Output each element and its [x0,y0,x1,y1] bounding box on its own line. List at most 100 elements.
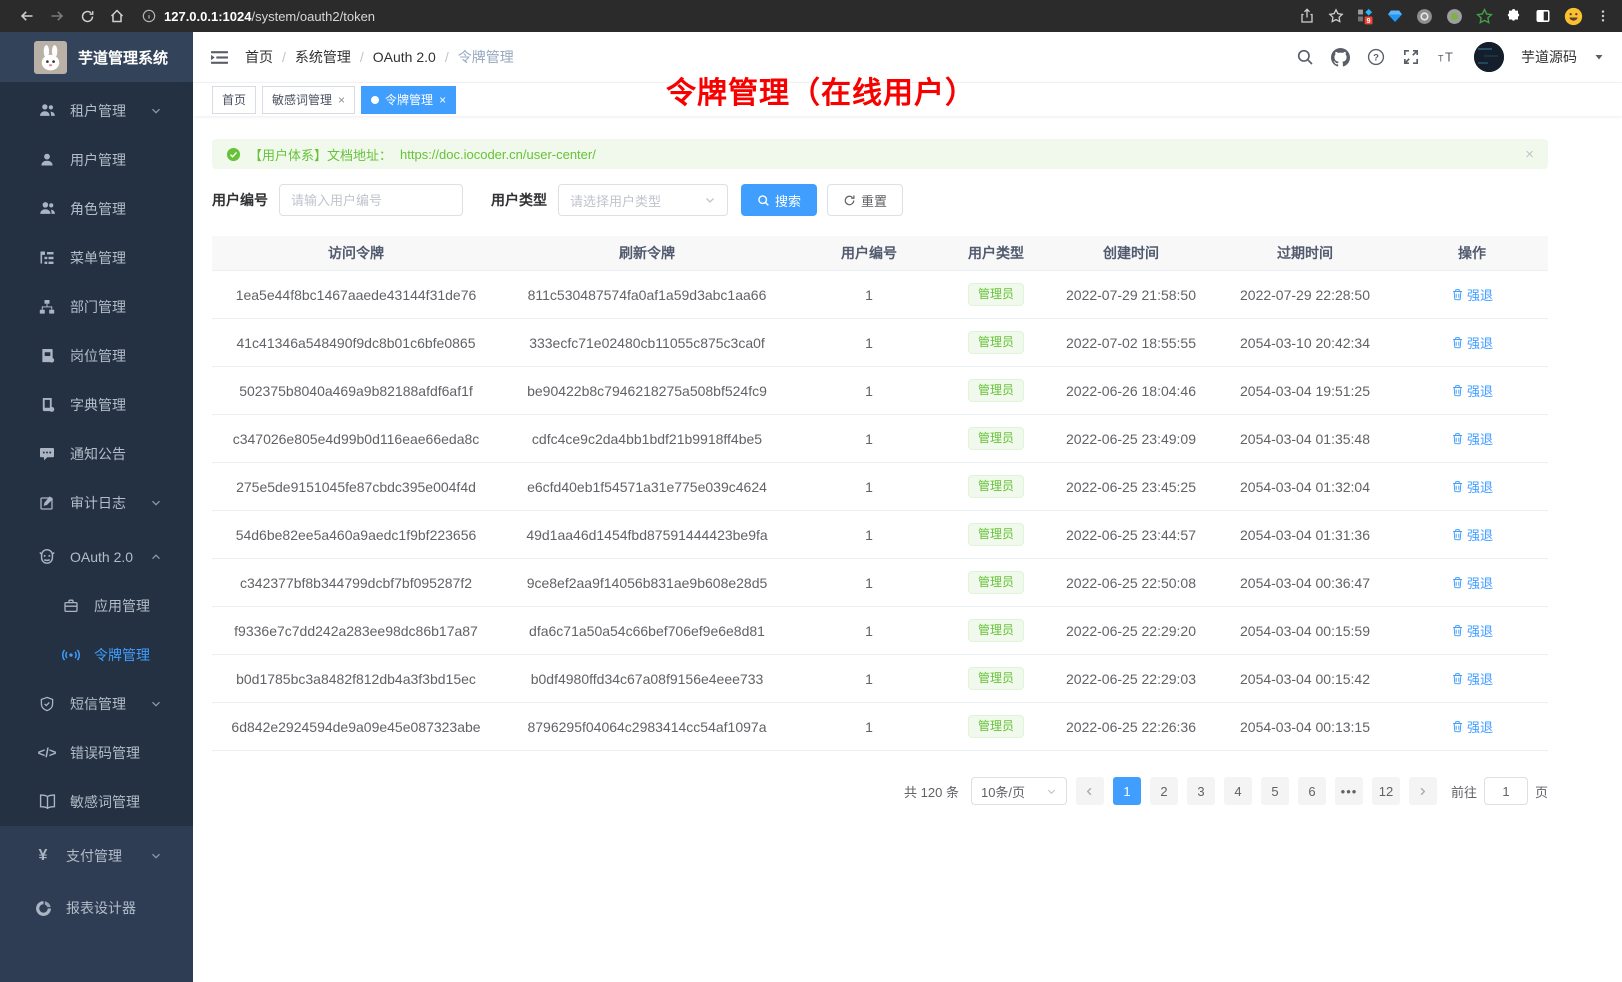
force-logout-button[interactable]: 强退 [1451,333,1493,352]
column-header: 操作 [1396,236,1548,271]
site-info-icon[interactable] [142,9,156,23]
page-button[interactable]: 3 [1187,777,1215,805]
browser-menu-icon[interactable] [1596,9,1610,23]
forward-icon[interactable] [42,2,72,30]
tab-close-icon[interactable]: × [439,93,446,107]
success-check-icon [226,147,241,162]
fullscreen-icon[interactable] [1402,48,1420,66]
svg-text:?: ? [1373,53,1379,64]
doc-link[interactable]: https://doc.iocoder.cn/user-center/ [400,147,596,162]
more-pages-button[interactable]: ••• [1335,777,1363,805]
page-button[interactable]: 2 [1150,777,1178,805]
sidebar-item-tenant[interactable]: 租户管理 [0,86,193,135]
search-button[interactable]: 搜索 [741,184,817,216]
extension-star-icon[interactable] [1476,8,1493,25]
extension-grid-icon[interactable]: 9 [1357,8,1374,25]
bookmark-star-icon[interactable] [1328,8,1344,24]
page-button[interactable]: 4 [1224,777,1252,805]
sidebar-item-dept[interactable]: 部门管理 [0,282,193,331]
create-time-cell: 2022-06-26 18:04:46 [1048,367,1214,415]
prev-page-button[interactable] [1076,777,1104,805]
chevron-down-icon [147,105,165,117]
sidebar-item-oauth[interactable]: OAuth 2.0 [0,532,193,581]
alert-close-icon[interactable]: × [1525,146,1534,163]
force-logout-button[interactable]: 强退 [1451,669,1493,688]
force-logout-button[interactable]: 强退 [1451,477,1493,496]
sidebar-item-user[interactable]: 用户管理 [0,135,193,184]
extension-circle-icon[interactable] [1416,8,1433,25]
sidebar-item-label: 通知公告 [70,444,126,464]
page-button[interactable]: 6 [1298,777,1326,805]
force-logout-button[interactable]: 强退 [1451,381,1493,400]
extension-gem-icon[interactable] [1387,8,1403,24]
user-id-input[interactable] [279,184,463,216]
sidebar-item-sms[interactable]: 短信管理 [0,679,193,728]
help-icon[interactable]: ? [1367,48,1385,66]
force-logout-button[interactable]: 强退 [1451,621,1493,640]
font-size-icon[interactable]: TT [1437,49,1457,65]
page-size-select[interactable]: 10条/页 [971,777,1067,805]
tag-view-tab[interactable]: 令牌管理× [361,86,456,114]
sidebar-item-post[interactable]: 岗位管理 [0,331,193,380]
sidebar-item-dict[interactable]: 字典管理 [0,380,193,429]
force-logout-button[interactable]: 强退 [1451,285,1493,304]
force-logout-button[interactable]: 强退 [1451,573,1493,592]
force-logout-label: 强退 [1467,429,1493,448]
sidebar-item-audit[interactable]: 审计日志 [0,478,193,527]
expire-time-cell: 2054-03-04 01:32:04 [1214,463,1396,511]
force-logout-button[interactable]: 强退 [1451,525,1493,544]
reset-button-label: 重置 [861,191,887,210]
sidebar-item-menu[interactable]: 菜单管理 [0,233,193,282]
sidebar-item-label: 用户管理 [70,150,126,170]
address-bar[interactable]: 127.0.0.1:1024/system/oauth2/token [142,9,1299,24]
user-id-cell: 1 [794,319,944,367]
sidebar-item-label: 报表设计器 [66,898,136,918]
breadcrumb-item[interactable]: OAuth 2.0 [373,49,436,65]
breadcrumb-separator: / [445,49,449,65]
reload-icon[interactable] [72,2,102,30]
tag-view-tab[interactable]: 首页 [212,86,256,114]
tab-close-icon[interactable]: × [338,93,345,107]
user-type-badge: 管理员 [968,379,1024,401]
sidebar-item-token[interactable]: 令牌管理 [0,630,193,679]
caret-down-icon[interactable] [1594,52,1604,62]
sidebar-item-role[interactable]: 角色管理 [0,184,193,233]
goto-label: 前往 [1451,782,1477,801]
sidebar-item-label: 菜单管理 [70,248,126,268]
user-avatar[interactable] [1474,42,1504,72]
collapse-sidebar-icon[interactable] [210,48,229,67]
tag-view-tab[interactable]: 敏感词管理× [262,86,355,114]
breadcrumb-item[interactable]: 首页 [245,47,273,67]
sidebar-item-report[interactable]: 报表设计器 [0,882,193,934]
user-type-select[interactable]: 请选择用户类型 [558,184,728,216]
sidebar-item-notice[interactable]: 通知公告 [0,429,193,478]
profile-avatar-icon[interactable] [1564,7,1583,26]
side-panel-icon[interactable] [1535,8,1551,24]
page-button[interactable]: 12 [1372,777,1400,805]
sidebar-item-errcode[interactable]: </>错误码管理 [0,728,193,777]
sidebar-item-app[interactable]: 应用管理 [0,581,193,630]
breadcrumb-separator: / [360,49,364,65]
page-button[interactable]: 1 [1113,777,1141,805]
logo-bar[interactable]: 芋道管理系统 [0,32,193,82]
goto-page-input[interactable] [1484,777,1528,805]
search-icon[interactable] [1296,48,1314,66]
next-page-button[interactable] [1409,777,1437,805]
sidebar-item-sensitive[interactable]: 敏感词管理 [0,777,193,826]
github-icon[interactable] [1331,48,1350,67]
force-logout-label: 强退 [1467,333,1493,352]
breadcrumb-item[interactable]: 系统管理 [295,47,351,67]
force-logout-button[interactable]: 强退 [1451,429,1493,448]
user-type-badge: 管理员 [968,667,1024,689]
force-logout-button[interactable]: 强退 [1451,717,1493,736]
reset-button[interactable]: 重置 [827,184,903,216]
back-icon[interactable] [12,2,42,30]
extension-dot-icon[interactable] [1446,8,1463,25]
sidebar-item-pay[interactable]: ¥支付管理 [0,830,193,882]
home-icon[interactable] [102,2,132,30]
puzzle-extensions-icon[interactable] [1506,8,1522,24]
user-type-cell: 管理员 [944,271,1048,319]
page-button[interactable]: 5 [1261,777,1289,805]
user-name[interactable]: 芋道源码 [1521,47,1577,67]
share-icon[interactable] [1299,8,1315,24]
